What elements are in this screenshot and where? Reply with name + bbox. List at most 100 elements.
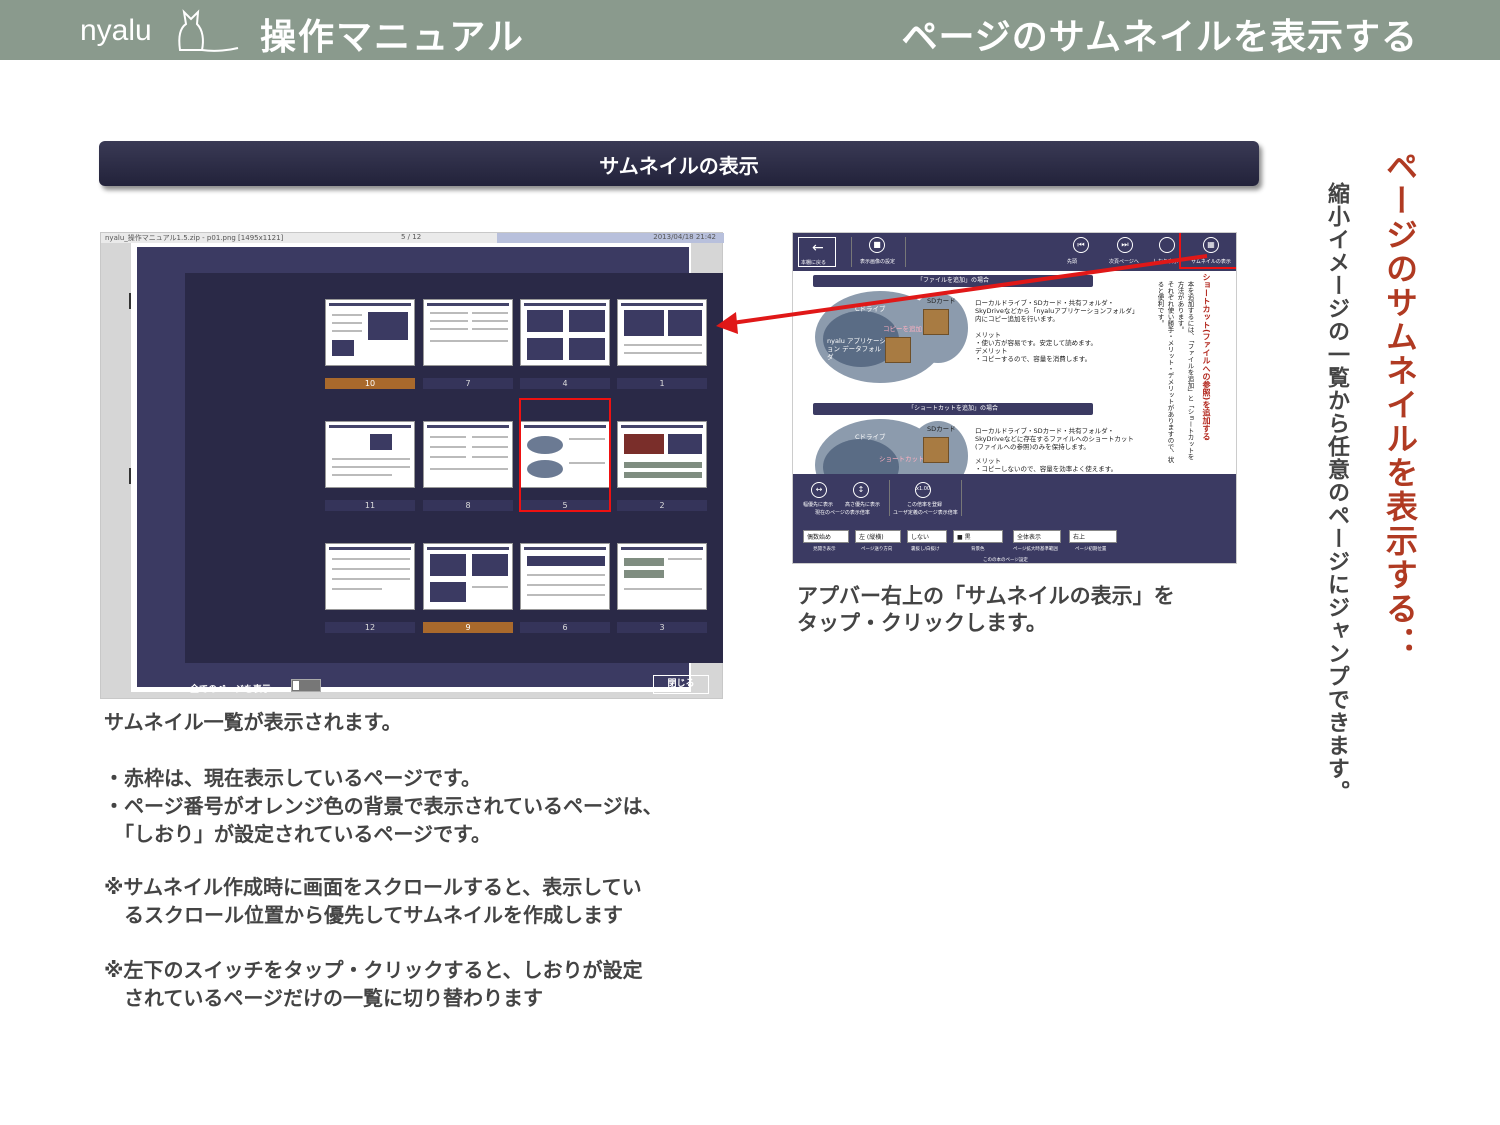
thumbnail-page-2[interactable] bbox=[617, 421, 707, 488]
thumbnail-button-highlight bbox=[1179, 233, 1236, 269]
fit-height-icon[interactable]: ↕ bbox=[853, 482, 869, 498]
page-direction-dropdown[interactable]: 左 (縦横) bbox=[855, 530, 901, 543]
page-number-10: 10 bbox=[325, 378, 415, 389]
margin-label: 裏抜し/白抜け bbox=[911, 547, 940, 552]
vertical-page-title: ページのサムネイルを表示する： bbox=[1381, 150, 1419, 660]
zoom-range-dropdown[interactable]: 全体表示 bbox=[1013, 530, 1061, 543]
vertical-text-3: それぞれ使い勝手・メリット・デメリットがありますので、状 bbox=[1166, 281, 1174, 463]
thumbnail-grid-area: 10 7 4 1 11 8 5 2 12 9 6 3 bbox=[185, 273, 723, 663]
page-direction-label: ページ送り方向 bbox=[861, 547, 893, 552]
vertical-text-1: 本を追加するには、「ファイルを追加」と「ショートカットを bbox=[1186, 281, 1194, 460]
thumbnail-page-3[interactable] bbox=[617, 543, 707, 610]
section-banner-title: サムネイルの表示 bbox=[599, 154, 759, 178]
last-page-label: 次頁ページへ bbox=[1109, 259, 1139, 265]
viewer-titlebar: nyalu_操作マニュアル1.5.zip - p01.png [1495x112… bbox=[101, 233, 724, 243]
page-number-9: 9 bbox=[423, 622, 513, 633]
page-number-4: 4 bbox=[520, 378, 610, 389]
page-number-7: 7 bbox=[423, 378, 513, 389]
page-title: ページのサムネイルを表示する bbox=[901, 17, 1418, 58]
appbar-footer: このの本のページ設定 bbox=[983, 558, 1028, 563]
page-number-6: 6 bbox=[520, 622, 610, 633]
c-drive-label: Cドライブ bbox=[855, 305, 886, 313]
divider bbox=[961, 480, 962, 516]
save-zoom-icon[interactable]: x1.00 bbox=[915, 482, 931, 498]
page-number-1: 1 bbox=[617, 378, 707, 389]
spread-display-label: 見開き表示 bbox=[813, 547, 836, 552]
manual-title: 操作マニュアル bbox=[260, 17, 525, 58]
background-color-label: 背景色 bbox=[971, 547, 985, 552]
caption-scroll-note: ※サムネイル作成時に画面をスクロールすると、表示してい るスクロール位置から優先… bbox=[104, 875, 642, 927]
vertical-heading-shortcut: ショートカット(ファイルへの参照)を追加する bbox=[1202, 273, 1211, 441]
file-cube-icon bbox=[923, 309, 949, 335]
image-settings-icon[interactable]: ■ bbox=[869, 237, 885, 253]
first-page-label: 先頭 bbox=[1067, 259, 1078, 265]
background-color-dropdown[interactable]: ■ 黒 bbox=[953, 530, 1003, 543]
spread-display-dropdown[interactable]: 偶数始め bbox=[803, 530, 849, 543]
file-cube-icon bbox=[885, 337, 911, 363]
thumbnail-page-4[interactable] bbox=[520, 299, 610, 366]
initial-position-dropdown[interactable]: 右上 bbox=[1069, 530, 1117, 543]
thumbnail-page-7[interactable] bbox=[423, 299, 513, 366]
thumbnail-page-9[interactable] bbox=[423, 543, 513, 610]
thumbnail-page-8[interactable] bbox=[423, 421, 513, 488]
appbar-caption: アプバー右上の「サムネイルの表示」を タップ・クリックします。 bbox=[797, 584, 1175, 635]
page-number-2: 2 bbox=[617, 500, 707, 511]
current-page-highlight bbox=[519, 398, 611, 512]
switch-knob bbox=[293, 681, 299, 690]
file-cube-icon bbox=[923, 437, 949, 463]
back-label: 本棚に戻る bbox=[801, 260, 827, 266]
divider bbox=[889, 480, 890, 516]
header-bar: nyalu 操作マニュアル ページのサムネイルを表示する bbox=[0, 0, 1500, 60]
close-button[interactable]: 閉じる bbox=[653, 675, 709, 694]
thumbnail-list-screenshot: nyalu_操作マニュアル1.5.zip - p01.png [1495x112… bbox=[100, 232, 724, 699]
cat-logo-icon bbox=[178, 9, 239, 52]
divider bbox=[851, 237, 852, 267]
bookmark-label: しおり表示 bbox=[1153, 259, 1179, 265]
bookmark-filter-switch[interactable] bbox=[291, 679, 321, 692]
thumbnail-page-6[interactable] bbox=[520, 543, 610, 610]
app-folder-label: nyalu アプリケーション データフォルダ bbox=[827, 337, 886, 361]
first-page-icon[interactable]: ⏮ bbox=[1073, 237, 1089, 253]
thumbnail-page-11[interactable] bbox=[325, 421, 415, 488]
shortcut-merits: メリット ・コピーしないので、容量を効率よく使えます。 bbox=[975, 457, 1118, 473]
file-add-merits: メリット ・使い方が容易です。安定して読めます。 デメリット ・コピーするので、… bbox=[975, 331, 1098, 363]
image-settings-label: 表示画像の設定 bbox=[860, 259, 896, 265]
margin-dropdown[interactable]: しない bbox=[907, 530, 947, 543]
shortcut-description: ローカルドライブ・SDカード・共有フォルダ・SkyDriveなどに存在するファイ… bbox=[975, 427, 1134, 451]
thumbnail-panel: 10 7 4 1 11 8 5 2 12 9 6 3 全てのページを表示 閉じる bbox=[137, 247, 723, 695]
page-number-12: 12 bbox=[325, 622, 415, 633]
section-file-add: 「ファイルを追加」の場合 bbox=[813, 275, 1093, 287]
vertical-text-4: ると便利です。 bbox=[1156, 281, 1164, 327]
vertical-page-subtitle: 縮小イメージの一覧から任意のページにジャンプできます。 bbox=[1324, 182, 1349, 803]
page-number-11: 11 bbox=[325, 500, 415, 511]
thumbnail-page-1[interactable] bbox=[617, 299, 707, 366]
page-number-8: 8 bbox=[423, 500, 513, 511]
titlebar-page: 5 / 12 bbox=[401, 233, 422, 241]
caption-switch-note: ※左下のスイッチをタップ・クリックすると、しおりが設定 されているページだけの一… bbox=[104, 958, 643, 1010]
show-all-label: 全てのページを表示 bbox=[190, 685, 271, 695]
save-zoom-label: この倍率を登録 bbox=[907, 502, 943, 508]
zoom-rate-caption: 現在のページの表示倍率 bbox=[815, 510, 870, 516]
back-arrow-icon: ← bbox=[812, 240, 824, 256]
user-zoom-caption: ユーザ定義のページ表示倍率 bbox=[893, 510, 958, 516]
caption-red-frame-bookmark: ・赤枠は、現在表示しているページです。 ・ページ番号がオレンジ色の背景で表示され… bbox=[104, 766, 663, 846]
section-banner: サムネイルの表示 bbox=[99, 141, 1259, 186]
copy-add-label: コピーを追加 bbox=[883, 325, 922, 333]
initial-position-label: ページ初期位置 bbox=[1075, 547, 1107, 552]
section-shortcut-add: 「ショートカットを追加」の場合 bbox=[813, 403, 1093, 415]
last-page-icon[interactable]: ⏭ bbox=[1117, 237, 1133, 253]
back-to-shelf-button[interactable]: ← 本棚に戻る bbox=[798, 237, 836, 267]
bookmark-icon[interactable] bbox=[1159, 237, 1175, 253]
appbar-screenshot: ← 本棚に戻る ■ 表示画像の設定 ⏮ 先頭 ⏭ 次頁ページへ しおり表示 ▦ … bbox=[792, 232, 1237, 564]
vertical-text-2: 方法があります。 bbox=[1176, 281, 1184, 333]
thumbnail-page-12[interactable] bbox=[325, 543, 415, 610]
top-appbar: ← 本棚に戻る ■ 表示画像の設定 ⏮ 先頭 ⏭ 次頁ページへ しおり表示 ▦ … bbox=[793, 233, 1236, 271]
shortcut-label: ショートカット bbox=[879, 455, 925, 463]
thumbnail-page-10[interactable] bbox=[325, 299, 415, 366]
bottom-appbar: ↔ 幅優先に表示 ↕ 高さ優先に表示 現在のページの表示倍率 x1.00 この倍… bbox=[793, 474, 1236, 563]
c-drive-label-2: Cドライブ bbox=[855, 433, 886, 441]
titlebar-date: 2013/04/18 21:42 bbox=[653, 233, 716, 241]
divider bbox=[905, 237, 906, 267]
fit-width-icon[interactable]: ↔ bbox=[811, 482, 827, 498]
titlebar-file: nyalu_操作マニュアル1.5.zip - p01.png [1495x112… bbox=[105, 234, 284, 242]
